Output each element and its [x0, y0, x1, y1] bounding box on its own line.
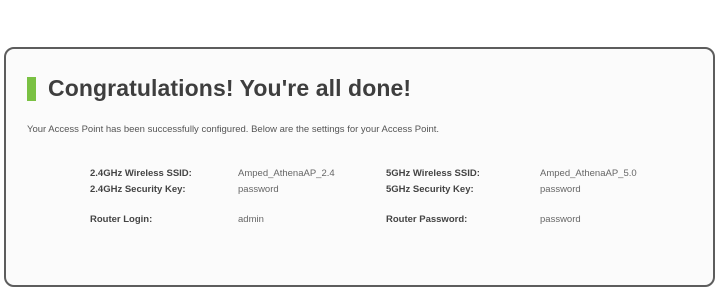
settings-row-security-key: 2.4GHz Security Key: password 5GHz Secur…	[90, 184, 670, 200]
settings-row-ssid: 2.4GHz Wireless SSID: Amped_AthenaAP_2.4…	[90, 168, 670, 184]
settings-row-router: Router Login: admin Router Password: pas…	[90, 214, 670, 230]
ssid-24-label: 2.4GHz Wireless SSID:	[90, 168, 192, 179]
router-login-label: Router Login:	[90, 214, 153, 225]
key-5-value: password	[540, 184, 581, 195]
key-24-label: 2.4GHz Security Key:	[90, 184, 186, 195]
intro-text: Your Access Point has been successfully …	[27, 124, 440, 135]
page-title-row: Congratulations! You're all done!	[27, 75, 411, 102]
ssid-5-label: 5GHz Wireless SSID:	[386, 168, 480, 179]
settings-summary: 2.4GHz Wireless SSID: Amped_AthenaAP_2.4…	[90, 168, 670, 230]
key-24-value: password	[238, 184, 279, 195]
page-title: Congratulations! You're all done!	[48, 75, 412, 101]
router-password-label: Router Password:	[386, 214, 468, 225]
key-5-label: 5GHz Security Key:	[386, 184, 474, 195]
title-accent-bar	[27, 76, 36, 101]
ssid-24-value: Amped_AthenaAP_2.4	[238, 168, 335, 179]
router-password-value: password	[540, 214, 581, 225]
completion-panel: Congratulations! You're all done! Your A…	[4, 47, 715, 287]
router-login-value: admin	[238, 214, 264, 225]
ssid-5-value: Amped_AthenaAP_5.0	[540, 168, 637, 179]
